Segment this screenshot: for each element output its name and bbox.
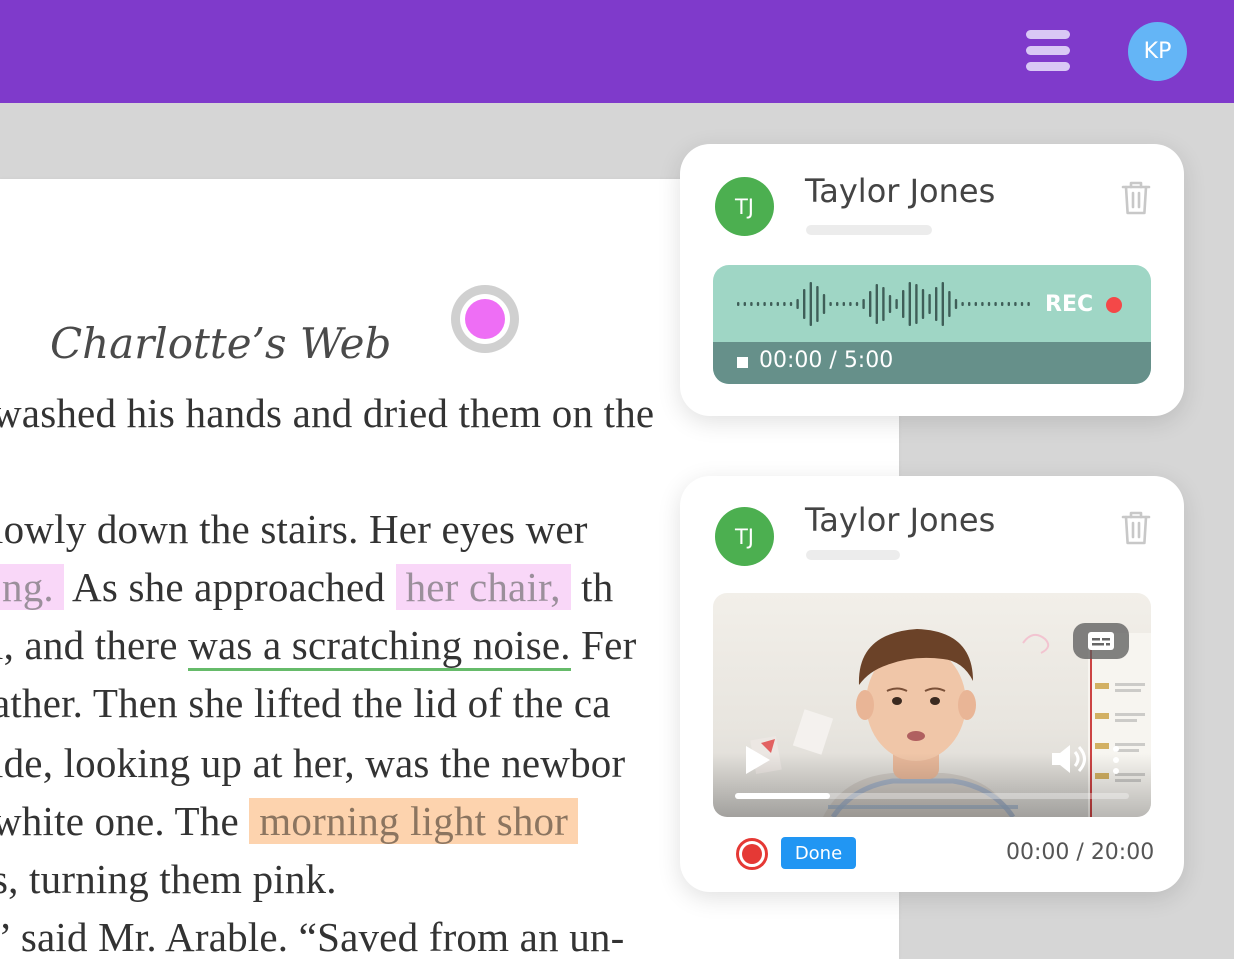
stop-icon[interactable]: [737, 357, 748, 368]
record-button[interactable]: [736, 838, 768, 870]
recording-limit: 5:00: [843, 348, 894, 373]
highlight-pink[interactable]: ng.: [0, 564, 64, 610]
audio-recorder: REC 00:00 / 5:00: [713, 265, 1151, 384]
video-player[interactable]: [713, 593, 1151, 817]
book-text-line: ” said Mr. Arable. “Saved from an un-: [0, 913, 624, 959]
text-run: th: [570, 564, 614, 610]
book-text-line: ng. As she approached her chair, th: [0, 563, 613, 611]
done-button[interactable]: Done: [781, 837, 856, 869]
book-text-line: washed his hands and dried them on the: [0, 389, 654, 437]
commenter-name: Taylor Jones: [805, 172, 996, 210]
text-run: ide, looking up at her, was the newbor: [0, 740, 626, 786]
book-text-line: lowly down the stairs. Her eyes wer: [0, 505, 588, 553]
text-run: s, turning them pink.: [0, 856, 337, 902]
text-run: ” said Mr. Arable. “Saved from an un-: [0, 914, 625, 959]
top-bar: KP: [0, 0, 1234, 103]
text-run: washed his hands and dried them on the: [0, 390, 655, 436]
book-text-line: l, and there was a scratching noise. Fer: [0, 621, 637, 671]
book-title: Charlotte’s Web: [50, 319, 392, 368]
text-run: ather. Then she lifted the lid of the ca: [0, 680, 611, 726]
name-placeholder-bar: [806, 550, 900, 560]
text-run: white one. The: [0, 798, 250, 844]
video-comment-card: TJ Taylor Jones Done 00:00 / 20:00: [680, 476, 1184, 892]
text-run: Fer: [570, 622, 637, 668]
time-separator: /: [822, 348, 844, 373]
text-run: lowly down the stairs. Her eyes wer: [0, 506, 588, 552]
text-run: As she approached: [63, 564, 396, 610]
more-options-icon[interactable]: [1111, 743, 1121, 777]
captions-icon[interactable]: [1073, 623, 1129, 659]
underline-green[interactable]: was a scratching noise.: [188, 622, 571, 671]
book-text-line: ide, looking up at her, was the newbor: [0, 739, 625, 787]
commenter-name: Taylor Jones: [805, 501, 996, 539]
video-duration: 20:00: [1090, 840, 1155, 865]
name-placeholder-bar: [806, 225, 932, 235]
video-progress-fill: [735, 793, 830, 799]
highlight-orange[interactable]: morning light shor: [249, 798, 579, 844]
play-icon[interactable]: [743, 743, 773, 777]
recorder-footer: 00:00 / 5:00: [713, 342, 1151, 384]
video-time: 00:00 / 20:00: [1006, 840, 1154, 865]
time-separator: /: [1069, 840, 1091, 865]
commenter-avatar: TJ: [715, 507, 774, 566]
text-run: l, and there: [0, 622, 189, 668]
hamburger-menu-icon[interactable]: [1024, 30, 1072, 72]
video-elapsed: 00:00: [1006, 840, 1070, 865]
recording-time: 00:00 / 5:00: [759, 348, 893, 373]
audio-comment-card: TJ Taylor Jones REC 00:00 / 5:00: [680, 144, 1184, 416]
annotation-pin[interactable]: [451, 285, 519, 353]
trash-icon[interactable]: [1120, 510, 1152, 546]
trash-icon[interactable]: [1120, 180, 1152, 216]
recording-indicator-dot: [1106, 297, 1122, 313]
annotation-pin-dot: [465, 299, 505, 339]
volume-icon[interactable]: [1048, 741, 1088, 777]
recording-elapsed: 00:00: [759, 348, 823, 373]
book-text-line: ather. Then she lifted the lid of the ca: [0, 679, 611, 727]
waveform-icon: [737, 282, 1030, 326]
highlight-pink[interactable]: her chair,: [395, 564, 571, 610]
book-text-line: white one. The morning light shor: [0, 797, 579, 845]
commenter-avatar: TJ: [715, 177, 774, 236]
video-progress-bar[interactable]: [735, 793, 1129, 799]
user-avatar[interactable]: KP: [1128, 22, 1187, 81]
rec-label: REC: [1045, 292, 1094, 317]
book-text-line: s, turning them pink.: [0, 855, 337, 903]
